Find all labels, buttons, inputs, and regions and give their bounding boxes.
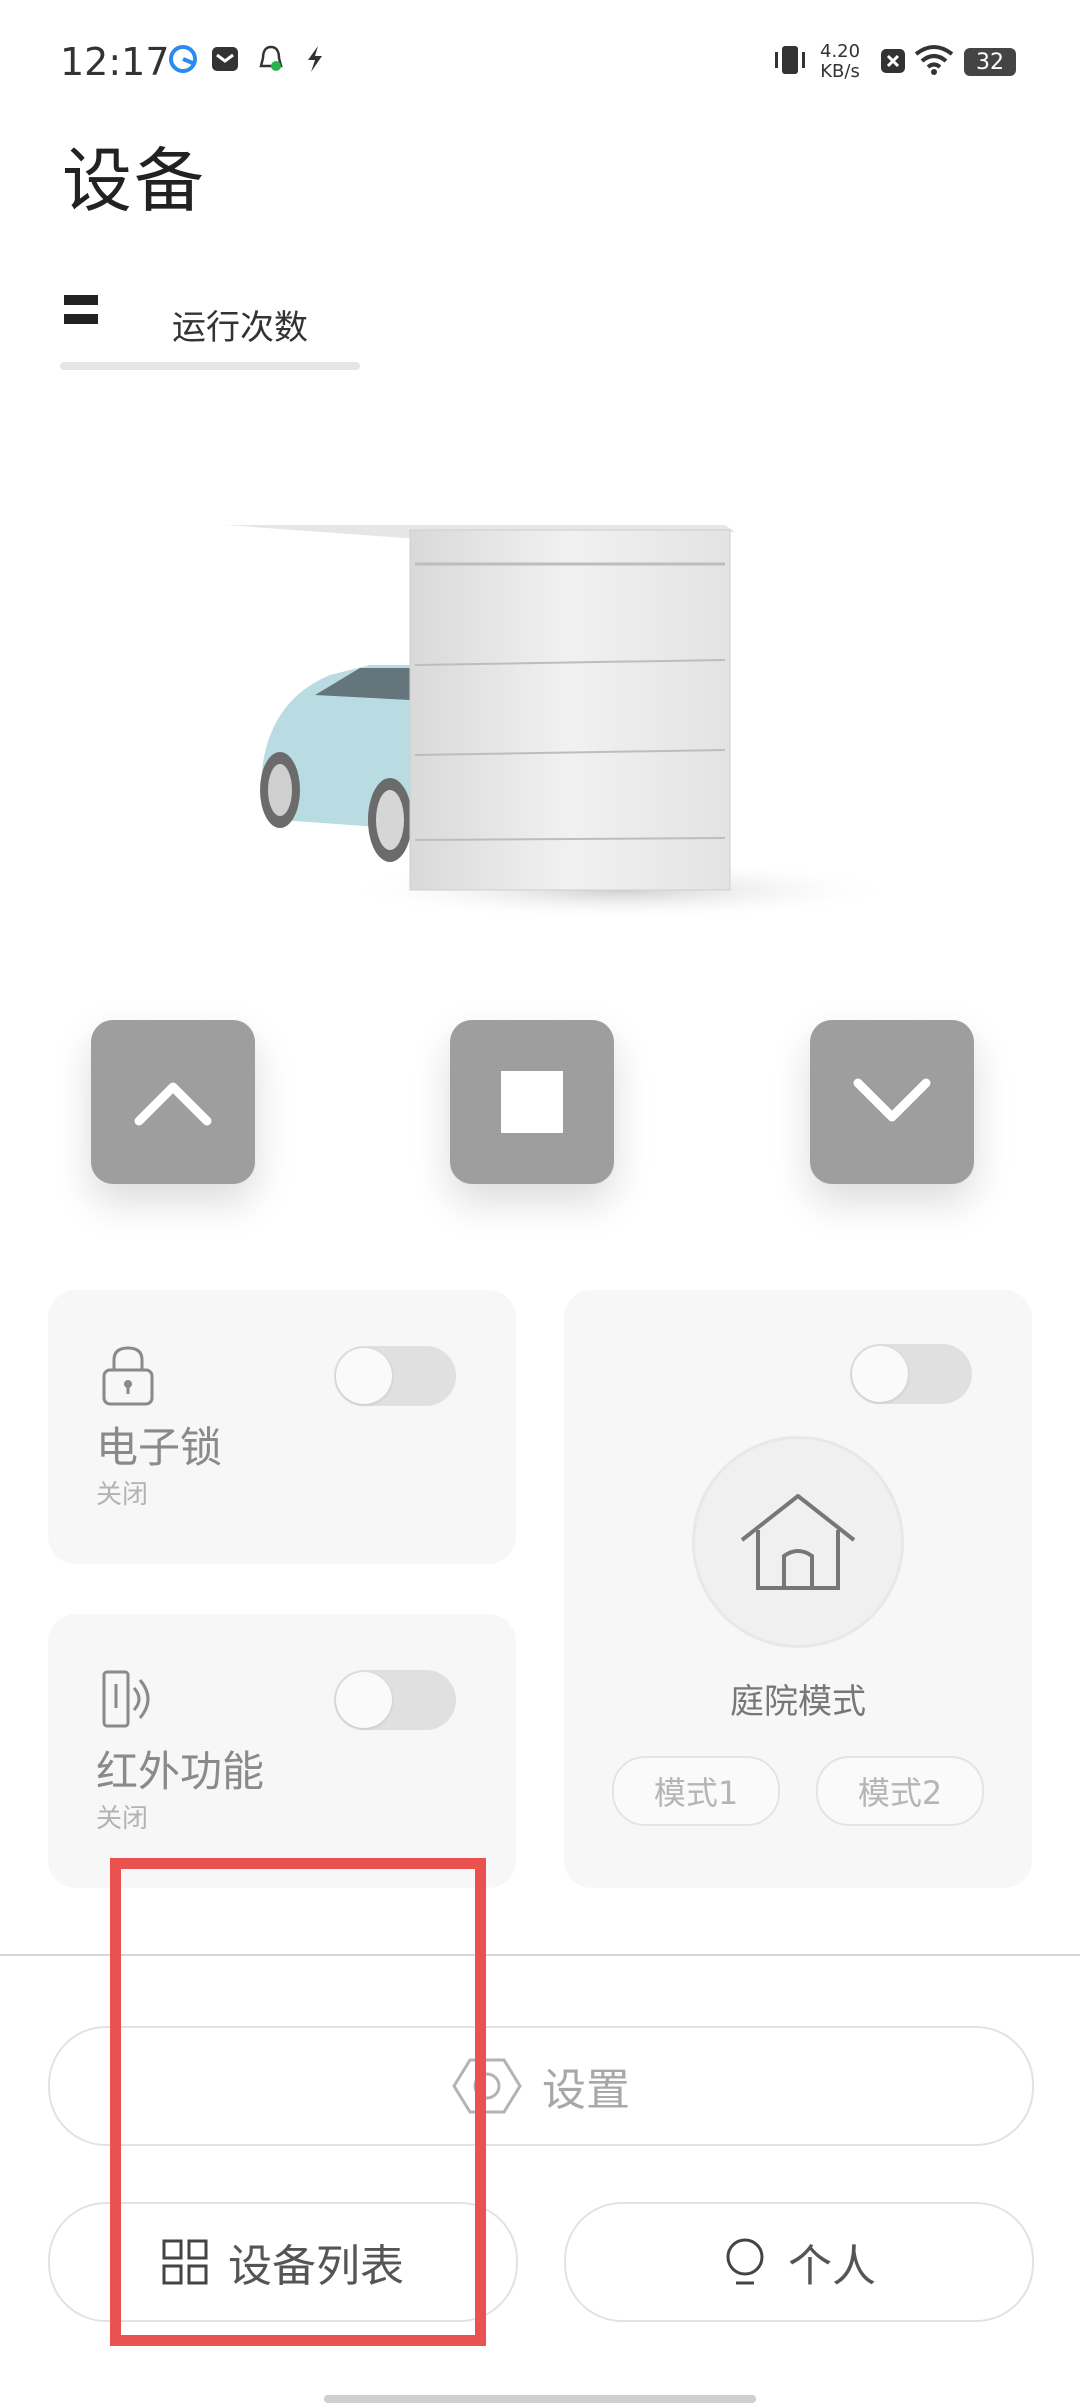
chevron-up-icon: [134, 1082, 212, 1126]
flash-charge-icon: [308, 46, 322, 72]
electronic-lock-card: 电子锁 关闭: [48, 1290, 516, 1564]
network-speed-value: 4.20: [820, 41, 861, 62]
vibrate-icon: [775, 46, 805, 74]
wifi-icon: [914, 45, 954, 75]
settings-label: 设置: [542, 2065, 630, 2116]
mode-1-button[interactable]: 模式1: [612, 1756, 780, 1826]
chevron-down-icon: [853, 1078, 931, 1122]
status-time: 12:17: [60, 40, 170, 84]
courtyard-mode-toggle[interactable]: [850, 1344, 972, 1404]
browser-app-icon: [169, 45, 197, 73]
lock-icon: [102, 1346, 154, 1406]
close-door-button[interactable]: [810, 1020, 974, 1184]
personal-label: 个人: [788, 2241, 876, 2292]
no-sim-icon: [881, 49, 905, 73]
stop-door-button[interactable]: [450, 1020, 614, 1184]
network-speed: 4.20 KB/s: [820, 42, 860, 82]
battery-indicator: 32: [964, 48, 1016, 76]
electronic-lock-toggle[interactable]: [334, 1346, 456, 1406]
page-title: 设备: [62, 140, 206, 222]
electronic-lock-status: 关闭: [96, 1480, 149, 1510]
home-indicator[interactable]: [324, 2395, 756, 2403]
courtyard-mode-button[interactable]: [692, 1436, 904, 1648]
personal-button[interactable]: 个人: [564, 2202, 1034, 2322]
infrared-title: 红外功能: [96, 1747, 265, 1796]
mode-2-button[interactable]: 模式2: [816, 1756, 984, 1826]
run-count-value: [64, 290, 148, 324]
highlight-box: [110, 1858, 486, 2346]
courtyard-mode-card: 庭院模式 模式1 模式2: [564, 1290, 1032, 1888]
infrared-icon: [102, 1670, 150, 1728]
electronic-lock-title: 电子锁: [96, 1423, 223, 1472]
mail-app-icon: [212, 47, 238, 71]
infrared-toggle[interactable]: [334, 1670, 456, 1730]
infrared-card: 红外功能 关闭: [48, 1614, 516, 1888]
stop-square-icon: [501, 1071, 563, 1133]
network-speed-unit: KB/s: [820, 61, 860, 82]
house-icon: [740, 1494, 856, 1590]
garage-illustration: [225, 525, 900, 920]
header-underline: [60, 362, 360, 370]
notification-app-icon: [259, 45, 283, 71]
infrared-status: 关闭: [96, 1804, 149, 1834]
open-door-button[interactable]: [91, 1020, 255, 1184]
battery-level: 32: [976, 49, 1004, 75]
lightbulb-icon: [726, 2238, 764, 2285]
courtyard-mode-title: 庭院模式: [730, 1682, 866, 1722]
run-count-label: 运行次数: [172, 308, 308, 348]
